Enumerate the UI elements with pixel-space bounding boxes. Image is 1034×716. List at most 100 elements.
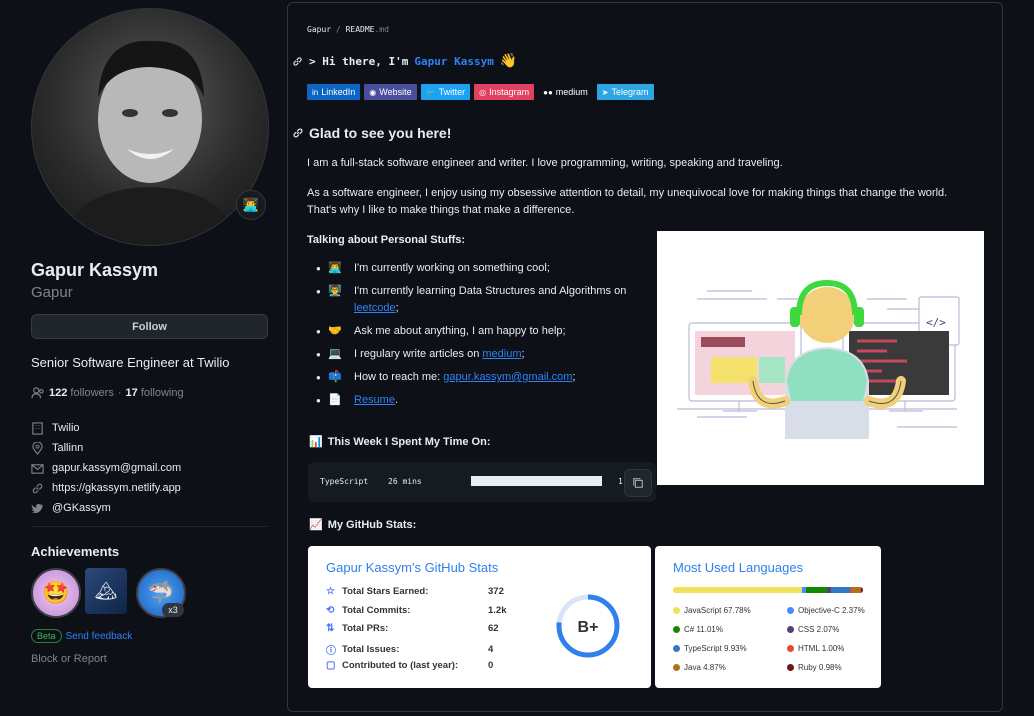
language-label: HTML 1.00% [798,644,845,653]
language-item: TypeScript 9.93% [673,644,747,653]
achievement-multiplier: x3 [162,603,184,617]
twitter-row: @GKassym [31,498,181,518]
achievement-arctic-badge[interactable]: 🏔 [85,568,127,614]
stats-card-title: Gapur Kassym's GitHub Stats [326,560,499,575]
list-link[interactable]: Resume [354,394,395,406]
personal-list: ● 👨‍💻 I'm currently working on something c… [316,260,646,415]
profile-avatar[interactable] [31,8,269,246]
website-link[interactable]: https://gkassym.netlify.app [52,482,181,494]
separator-dot: · [117,387,122,399]
send-feedback-link[interactable]: Send feedback [66,631,133,642]
list-item: ● 📫 How to reach me: gapur.kassym@gmail.co… [316,369,646,386]
list-emoji-icon: 👨‍🏫 [328,285,342,297]
bullet: ● [316,350,321,359]
shield-telegram[interactable]: ➤ Telegram [596,84,654,100]
stat-value: 372 [488,586,504,597]
followers-link[interactable]: 122 followers [49,387,114,399]
list-text: Resume. [354,394,399,406]
stat-row: ▢ Contributed to (last year): 0 [326,660,493,671]
company-row: Twilio [31,418,181,438]
shield-label: Telegram [611,87,649,97]
stat-row: ⟲ Total Commits: 1.2k [326,605,507,616]
following-link[interactable]: 17 following [126,387,184,399]
bullet: ● [316,396,321,405]
shield-linkedin[interactable]: in LinkedIn [307,84,361,100]
location-row: Tallinn [31,438,181,458]
stat-label: Total PRs: [342,623,389,634]
languages-card: Most Used Languages JavaScript 67.78% Obj… [655,546,881,688]
list-link[interactable]: gapur.kassym@gmail.com [443,371,572,383]
shield-twitter[interactable]: 🐦 Twitter [420,84,471,100]
telegram-icon: ➤ [601,87,609,97]
company-text: Twilio [52,422,80,434]
language-item: CSS 2.07% [787,625,839,634]
shield-instagram[interactable]: ◎ Instagram [474,84,535,100]
instagram-icon: ◎ [479,87,487,97]
twitter-link[interactable]: @GKassym [52,502,111,514]
copy-icon [633,478,643,488]
shield-medium[interactable]: ●● medium [538,84,593,100]
crumb-user[interactable]: Gapur [307,25,331,34]
github-stats-title: My GitHub Stats: [327,518,417,531]
stat-row: ⓘ Total Issues: 4 [326,642,493,657]
list-link[interactable]: leetcode [354,302,396,314]
language-dot [673,626,680,633]
language-item: Objective-C 2.37% [787,606,865,615]
shield-label: medium [555,87,588,97]
language-dot [787,626,794,633]
anchor-link-icon[interactable] [292,127,304,139]
follow-button[interactable]: Follow [31,314,268,339]
list-item: ● 📄 Resume. [316,392,646,409]
bullet: ● [316,287,321,296]
followers-label: followers [70,387,114,399]
shield-label: LinkedIn [321,87,356,97]
language-label: TypeScript 9.93% [684,644,747,653]
email-link[interactable]: gapur.kassym@gmail.com [52,462,181,474]
status-emoji-button[interactable]: 👨‍💻 [236,190,266,220]
language-bar-segment [673,587,802,593]
shield-label: Instagram [489,87,530,97]
shield-label: Twitter [438,87,466,97]
profile-details: Twilio Tallinn gapur.kassym@gmail.com ht… [31,418,181,518]
github-stats-heading: 📈 My GitHub Stats: [309,518,417,532]
location-text: Tallinn [52,442,84,454]
copy-button[interactable] [624,469,652,497]
readme-greeting: > Hi there, I'm Gapur Kassym 👋 [292,53,517,69]
language-label: C# 11.01% [684,625,723,634]
link-icon [32,483,43,493]
profile-login: Gapur [31,284,73,301]
stat-icon: ☆ [326,586,335,597]
achievement-starstruck-badge[interactable]: 🤩 [31,568,81,618]
list-text: I'm currently learning Data Structures a… [354,285,627,314]
bar-chart-icon: 📊 [309,436,323,448]
list-emoji-icon: 👨‍💻 [328,262,342,274]
list-text: I regulary write articles on medium; [354,348,525,360]
list-item: ● 🤝 Ask me about anything, I am happy to h… [316,323,646,340]
website-icon: ◉ [369,87,377,97]
chart-increasing-icon: 📈 [309,519,323,531]
block-report-link[interactable]: Block or Report [31,653,107,665]
code-time: 26 mins [388,477,422,486]
code-percent: 1 [618,477,623,486]
profile-bio: Senior Software Engineer at Twilio [31,355,230,370]
language-label: Objective-C 2.37% [798,606,865,615]
shield-website[interactable]: ◉ Website [364,84,417,100]
medium-icon: ●● [543,87,553,97]
crumb-sep: / [335,25,341,34]
crumb-file: README [345,25,375,34]
readme-breadcrumb: Gapur / README.md [307,25,389,34]
stat-icon: ⇅ [326,623,335,634]
stat-label: Total Commits: [342,604,411,616]
greeting-text: > Hi there, I'm [309,54,409,68]
social-shields: in LinkedIn ◉ Website 🐦 Twitter ◎ Instagram ●● me… [307,84,654,100]
anchor-link-icon[interactable] [292,56,303,67]
list-item: ● 💻 I regulary write articles on medium; [316,346,646,363]
list-emoji-icon: 💻 [328,348,342,360]
list-item: ● 👨‍💻 I'm currently working on something c… [316,260,646,277]
list-emoji-icon: 📄 [328,394,342,406]
arctic-icon: 🏔 [94,580,118,601]
stat-value: 0 [488,660,494,671]
list-link[interactable]: medium [482,348,521,360]
sidebar-divider [31,526,268,527]
heading-text: Glad to see you here! [309,125,452,141]
